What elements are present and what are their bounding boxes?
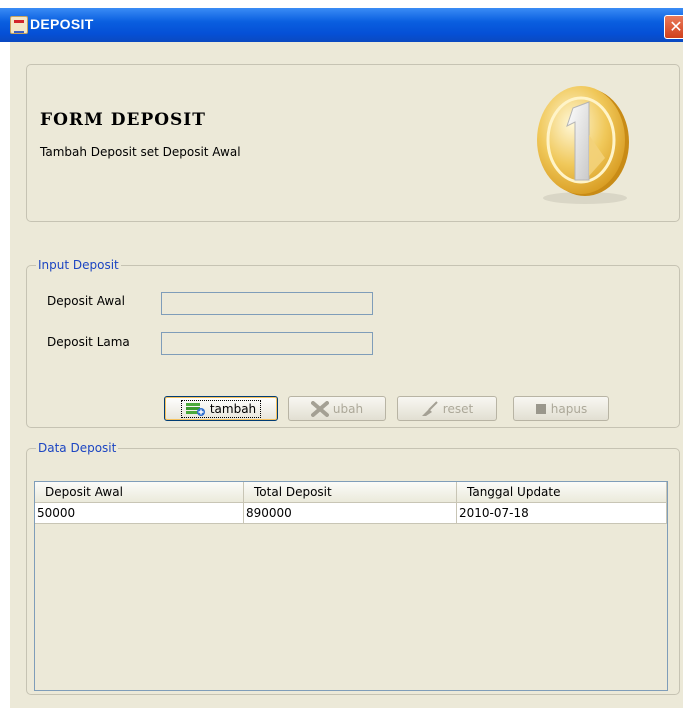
- close-button[interactable]: ✕: [664, 15, 683, 39]
- form-subtitle: Tambah Deposit set Deposit Awal: [40, 145, 241, 159]
- ubah-button[interactable]: ubah: [288, 396, 386, 421]
- deposit-table: Deposit Awal Total Deposit Tanggal Updat…: [34, 481, 668, 691]
- deposit-lama-field[interactable]: [161, 332, 373, 355]
- data-deposit-legend: Data Deposit: [38, 441, 117, 455]
- column-header-tanggal-update[interactable]: Tanggal Update: [457, 482, 667, 502]
- input-deposit-group: Input Deposit Deposit Awal Deposit Lama …: [26, 258, 680, 428]
- hapus-button[interactable]: hapus: [513, 396, 609, 421]
- cell-tanggal-update[interactable]: 2010-07-18: [457, 503, 667, 523]
- input-deposit-legend: Input Deposit: [38, 258, 119, 272]
- tambah-label: tambah: [209, 401, 257, 416]
- column-header-total-deposit[interactable]: Total Deposit: [244, 482, 457, 502]
- header-panel: FORM DEPOSIT Tambah Deposit set Deposit …: [26, 64, 680, 222]
- reset-button[interactable]: reset: [397, 396, 497, 421]
- table-header: Deposit Awal Total Deposit Tanggal Updat…: [35, 482, 667, 503]
- coin-icon: [537, 86, 629, 204]
- table-body: 50000 890000 2010-07-18: [35, 503, 667, 690]
- column-header-deposit-awal[interactable]: Deposit Awal: [35, 482, 244, 502]
- data-deposit-group: Data Deposit Deposit Awal Total Deposit …: [26, 441, 680, 695]
- form-window: FORM DEPOSIT Tambah Deposit set Deposit …: [10, 42, 683, 708]
- deposit-awal-label: Deposit Awal: [47, 294, 125, 308]
- window-title: DEPOSIT: [30, 16, 94, 32]
- form-title: FORM DEPOSIT: [40, 110, 206, 130]
- reset-label: reset: [442, 401, 474, 416]
- wrench-icon: [310, 400, 329, 417]
- add-stack-icon: [185, 402, 205, 416]
- hapus-label: hapus: [550, 401, 588, 416]
- java-app-icon: [10, 16, 28, 34]
- cell-total-deposit[interactable]: 890000: [244, 503, 457, 523]
- ubah-label: ubah: [332, 401, 364, 416]
- broom-icon: [421, 400, 438, 416]
- tambah-button-focus: tambah: [180, 399, 262, 418]
- window-titlebar: DEPOSIT ✕: [0, 8, 683, 42]
- deposit-awal-field[interactable]: [161, 292, 373, 315]
- stop-square-icon: [535, 403, 546, 414]
- cell-deposit-awal[interactable]: 50000: [35, 503, 244, 523]
- deposit-lama-label: Deposit Lama: [47, 335, 130, 349]
- table-row[interactable]: 50000 890000 2010-07-18: [35, 503, 667, 524]
- tambah-button[interactable]: tambah: [164, 396, 278, 421]
